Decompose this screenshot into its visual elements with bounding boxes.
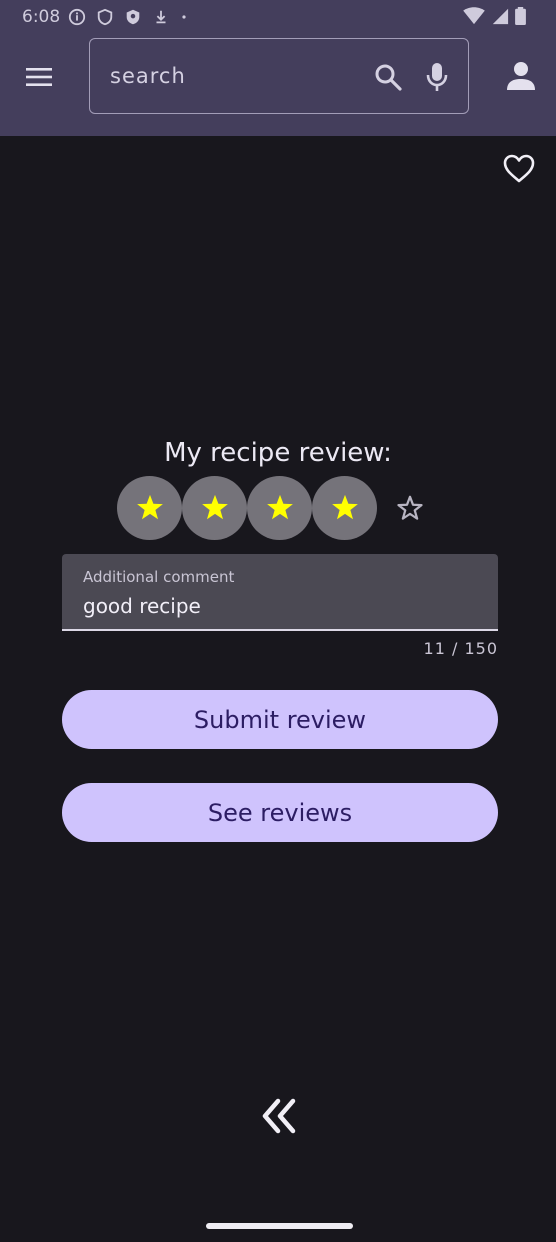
signal-icon bbox=[492, 8, 509, 25]
download-icon bbox=[156, 10, 166, 24]
status-system-icons bbox=[463, 7, 526, 25]
battery-icon bbox=[515, 7, 526, 25]
menu-button[interactable] bbox=[20, 58, 58, 96]
menu-icon bbox=[26, 68, 52, 86]
star-4-button[interactable] bbox=[312, 476, 377, 540]
star-filled-icon bbox=[136, 494, 163, 520]
info-icon bbox=[69, 8, 86, 26]
star-1-button[interactable] bbox=[117, 476, 182, 540]
top-app-bar: 6:08 bbox=[0, 0, 556, 136]
search-bar[interactable] bbox=[89, 38, 469, 114]
star-filled-icon bbox=[266, 494, 293, 520]
mic-icon[interactable] bbox=[424, 61, 450, 93]
star-3-button[interactable] bbox=[247, 476, 312, 540]
star-filled-icon bbox=[331, 494, 358, 520]
star-5-button[interactable] bbox=[377, 476, 442, 540]
heart-icon[interactable] bbox=[502, 152, 536, 186]
comment-field[interactable]: Additional comment good recipe bbox=[62, 554, 498, 631]
home-indicator[interactable] bbox=[206, 1223, 353, 1229]
star-filled-icon bbox=[201, 494, 228, 520]
double-chevron-left-icon[interactable] bbox=[258, 1097, 300, 1135]
star-outline-icon bbox=[396, 495, 423, 520]
status-time: 6:08 bbox=[22, 7, 61, 27]
shield-outline-icon bbox=[97, 8, 113, 26]
see-reviews-button[interactable]: See reviews bbox=[62, 783, 498, 842]
submit-review-button[interactable]: Submit review bbox=[62, 690, 498, 749]
character-counter: 11 / 150 bbox=[423, 639, 498, 658]
status-bar: 6:08 bbox=[0, 0, 556, 34]
review-title: My recipe review: bbox=[164, 438, 392, 468]
status-notification-icons bbox=[68, 8, 188, 26]
search-input[interactable] bbox=[110, 39, 360, 113]
comment-input[interactable]: good recipe bbox=[83, 594, 201, 618]
shield-filled-icon bbox=[126, 9, 140, 25]
star-rating[interactable] bbox=[117, 476, 442, 540]
comment-field-label: Additional comment bbox=[83, 568, 235, 586]
star-2-button[interactable] bbox=[182, 476, 247, 540]
profile-icon[interactable] bbox=[505, 60, 537, 92]
wifi-icon bbox=[463, 7, 485, 25]
dot-icon bbox=[182, 15, 186, 19]
search-icon[interactable] bbox=[374, 63, 402, 91]
